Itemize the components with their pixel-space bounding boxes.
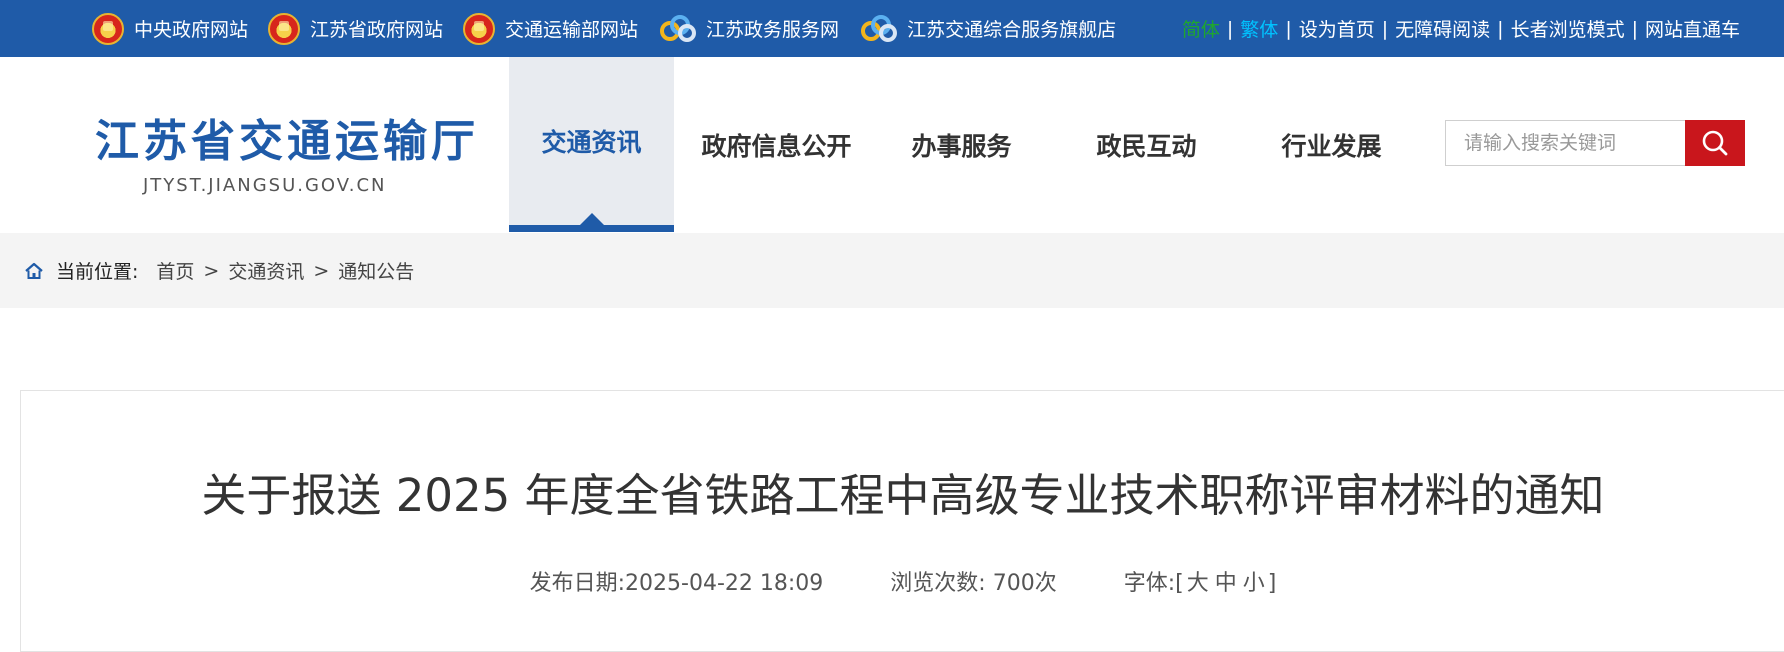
nav-label: 交通资讯	[541, 128, 642, 157]
font-medium-button[interactable]: 中	[1212, 571, 1240, 596]
elder-mode-link[interactable]: 长者浏览模式	[1505, 15, 1631, 42]
publish-date-label: 发布日期:	[529, 571, 626, 596]
nav-label: 行业发展	[1281, 131, 1382, 161]
breadcrumb-separator: >	[203, 259, 220, 282]
link-label: 江苏政务服务网	[706, 19, 840, 41]
publish-date-value: 2025-04-22 18:09	[625, 571, 824, 596]
set-homepage-link[interactable]: 设为首页	[1293, 15, 1381, 42]
view-count: 浏览次数: 700次	[890, 565, 1056, 597]
divider: |	[1285, 17, 1292, 40]
publish-date: 发布日期:2025-04-22 18:09	[530, 565, 824, 597]
breadcrumb-label: 当前位置:	[56, 261, 139, 283]
font-small-button[interactable]: 小	[1240, 571, 1268, 596]
traditional-chinese-toggle[interactable]: 繁体	[1234, 15, 1284, 42]
link-jiangsu-gov[interactable]: 江苏省政府网站	[268, 12, 444, 45]
link-gov-service[interactable]: 江苏政务服务网	[658, 14, 839, 44]
national-emblem-icon	[463, 12, 496, 45]
font-size-label: 字体:	[1123, 571, 1176, 596]
bracket-close: ]	[1267, 571, 1277, 596]
logo-domain: JTYST.JIANGSU.GOV.CN	[143, 175, 387, 196]
breadcrumb: 当前位置: 首页 > 交通资讯 > 通知公告	[24, 233, 414, 308]
nav-label: 办事服务	[911, 131, 1012, 161]
search-input[interactable]	[1445, 120, 1685, 166]
breadcrumb-notices[interactable]: 通知公告	[338, 257, 414, 284]
service-ring-icon	[660, 14, 697, 42]
divider: |	[1381, 17, 1389, 40]
search-box	[1445, 120, 1745, 166]
divider: |	[1226, 17, 1234, 40]
breadcrumb-news[interactable]: 交通资讯	[228, 257, 304, 284]
national-emblem-icon	[92, 12, 124, 45]
link-central-gov[interactable]: 中央政府网站	[92, 12, 249, 45]
link-mot[interactable]: 交通运输部网站	[463, 12, 639, 45]
main-nav: 交通资讯 政府信息公开 办事服务 政民互动 行业发展	[509, 57, 1414, 232]
gov-links: 中央政府网站 江苏省政府网站 交通运输部网站 江苏政务服务网 江苏交通综合服务旗	[92, 0, 1136, 57]
nav-item-services[interactable]: 办事服务	[879, 57, 1044, 232]
article-panel: 关于报送 2025 年度全省铁路工程中高级专业技术职称评审材料的通知 发布日期:…	[20, 390, 1784, 652]
divider: |	[1497, 17, 1504, 40]
nav-item-industry[interactable]: 行业发展	[1249, 57, 1414, 232]
home-icon	[25, 262, 43, 279]
bracket-open: [	[1175, 571, 1184, 596]
nav-item-news[interactable]: 交通资讯	[509, 57, 674, 232]
site-express-link[interactable]: 网站直通车	[1639, 15, 1746, 42]
link-label: 江苏交通综合服务旗舰店	[907, 19, 1117, 41]
article-title: 关于报送 2025 年度全省铁路工程中高级专业技术职称评审材料的通知	[201, 469, 1605, 522]
nav-item-gov-info[interactable]: 政府信息公开	[674, 57, 879, 232]
site-logo[interactable]: 江苏省交通运输厅 JTYST.JIANGSU.GOV.CN	[95, 105, 479, 196]
link-label: 中央政府网站	[134, 19, 249, 41]
breadcrumb-bar: 当前位置: 首页 > 交通资讯 > 通知公告	[0, 233, 1784, 308]
view-count-label: 浏览次数:	[890, 571, 986, 596]
font-size-switcher: 字体:[大中小]	[1124, 565, 1277, 597]
search-button[interactable]	[1685, 120, 1745, 166]
nav-label: 政府信息公开	[701, 131, 852, 161]
link-label: 江苏省政府网站	[310, 19, 444, 41]
view-count-value: 700次	[992, 571, 1057, 596]
search-icon	[1702, 130, 1728, 156]
nav-item-interaction[interactable]: 政民互动	[1044, 57, 1249, 232]
breadcrumb-separator: >	[313, 259, 330, 282]
utility-links: 简体 | 繁体 | 设为首页 | 无障碍阅读 | 长者浏览模式 | 网站直通车	[1176, 0, 1746, 57]
divider: |	[1631, 17, 1638, 40]
breadcrumb-home[interactable]: 首页	[156, 257, 194, 284]
nav-label: 政民互动	[1096, 131, 1197, 161]
link-label: 交通运输部网站	[505, 19, 639, 41]
active-caret-icon	[579, 213, 604, 225]
top-bar: 中央政府网站 江苏省政府网站 交通运输部网站 江苏政务服务网 江苏交通综合服务旗	[0, 0, 1784, 57]
accessible-reading-link[interactable]: 无障碍阅读	[1389, 15, 1496, 42]
simplified-chinese-toggle[interactable]: 简体	[1176, 15, 1226, 42]
font-large-button[interactable]: 大	[1184, 571, 1212, 596]
service-ring-icon	[861, 14, 898, 42]
logo-title: 江苏省交通运输厅	[95, 116, 479, 167]
article-meta: 发布日期:2025-04-22 18:09 浏览次数: 700次 字体:[大中小…	[21, 565, 1784, 597]
national-emblem-icon	[268, 12, 301, 45]
link-flagship-store[interactable]: 江苏交通综合服务旗舰店	[859, 14, 1116, 44]
